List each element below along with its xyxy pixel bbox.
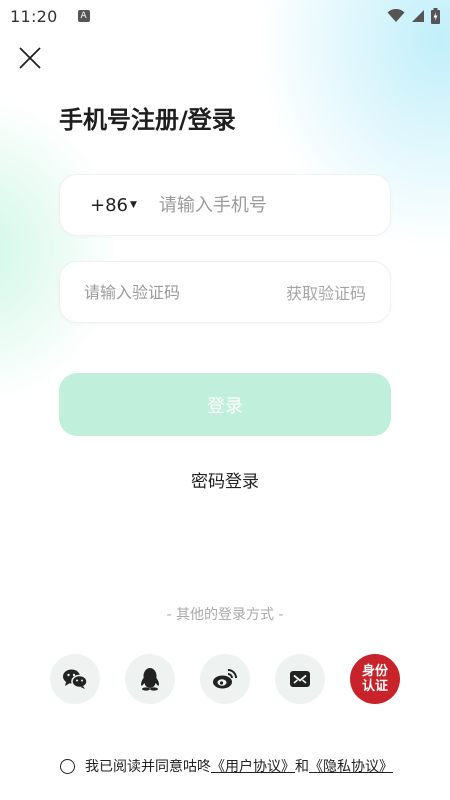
- close-button[interactable]: [14, 42, 46, 74]
- get-code-button[interactable]: 获取验证码: [286, 280, 366, 304]
- wechat-icon: [63, 669, 88, 689]
- notification-icon: A: [77, 10, 90, 22]
- page-title: 手机号注册/登录: [59, 106, 236, 134]
- code-field: 获取验证码: [59, 261, 391, 323]
- qq-login-button[interactable]: [125, 654, 175, 704]
- social-login-row: 身份 认证: [50, 654, 400, 704]
- mail-icon: [290, 671, 310, 687]
- id-auth-label-line2: 认证: [361, 679, 388, 694]
- phone-field: +86 ▼: [59, 174, 391, 236]
- id-auth-button[interactable]: 身份 认证: [350, 654, 400, 704]
- status-bar: 11:20 A: [0, 0, 450, 32]
- code-input[interactable]: [84, 282, 244, 302]
- id-auth-label-line1: 身份: [361, 664, 388, 679]
- agreement-checkbox[interactable]: [60, 758, 75, 774]
- status-icons: [387, 8, 440, 24]
- country-code-selector[interactable]: +86 ▼: [90, 195, 137, 216]
- status-time: 11:20: [10, 6, 58, 26]
- agreement-prefix: 我已阅读并同意咕咚: [85, 759, 211, 775]
- privacy-policy-link[interactable]: 《隐私协议》: [309, 756, 393, 776]
- agreement-row: 我已阅读并同意咕咚 《用户协议》 和 《隐私协议》: [60, 756, 393, 776]
- battery-icon: [431, 8, 440, 24]
- weibo-login-button[interactable]: [200, 654, 250, 704]
- qq-icon: [141, 668, 159, 691]
- login-button[interactable]: 登录: [59, 373, 391, 436]
- weibo-icon: [213, 669, 237, 689]
- close-icon: [19, 47, 41, 69]
- mail-login-button[interactable]: [275, 654, 325, 704]
- country-code: +86: [90, 194, 128, 216]
- other-methods-title: - 其他的登录方式 -: [166, 607, 284, 623]
- signal-icon: [412, 10, 424, 22]
- password-login-link[interactable]: 密码登录: [0, 467, 450, 492]
- caret-down-icon: ▼: [130, 200, 137, 210]
- agreement-and: 和: [295, 759, 309, 775]
- user-agreement-link[interactable]: 《用户协议》: [211, 756, 295, 776]
- wechat-login-button[interactable]: [50, 654, 100, 704]
- phone-input[interactable]: [158, 194, 349, 216]
- wifi-icon: [387, 9, 405, 22]
